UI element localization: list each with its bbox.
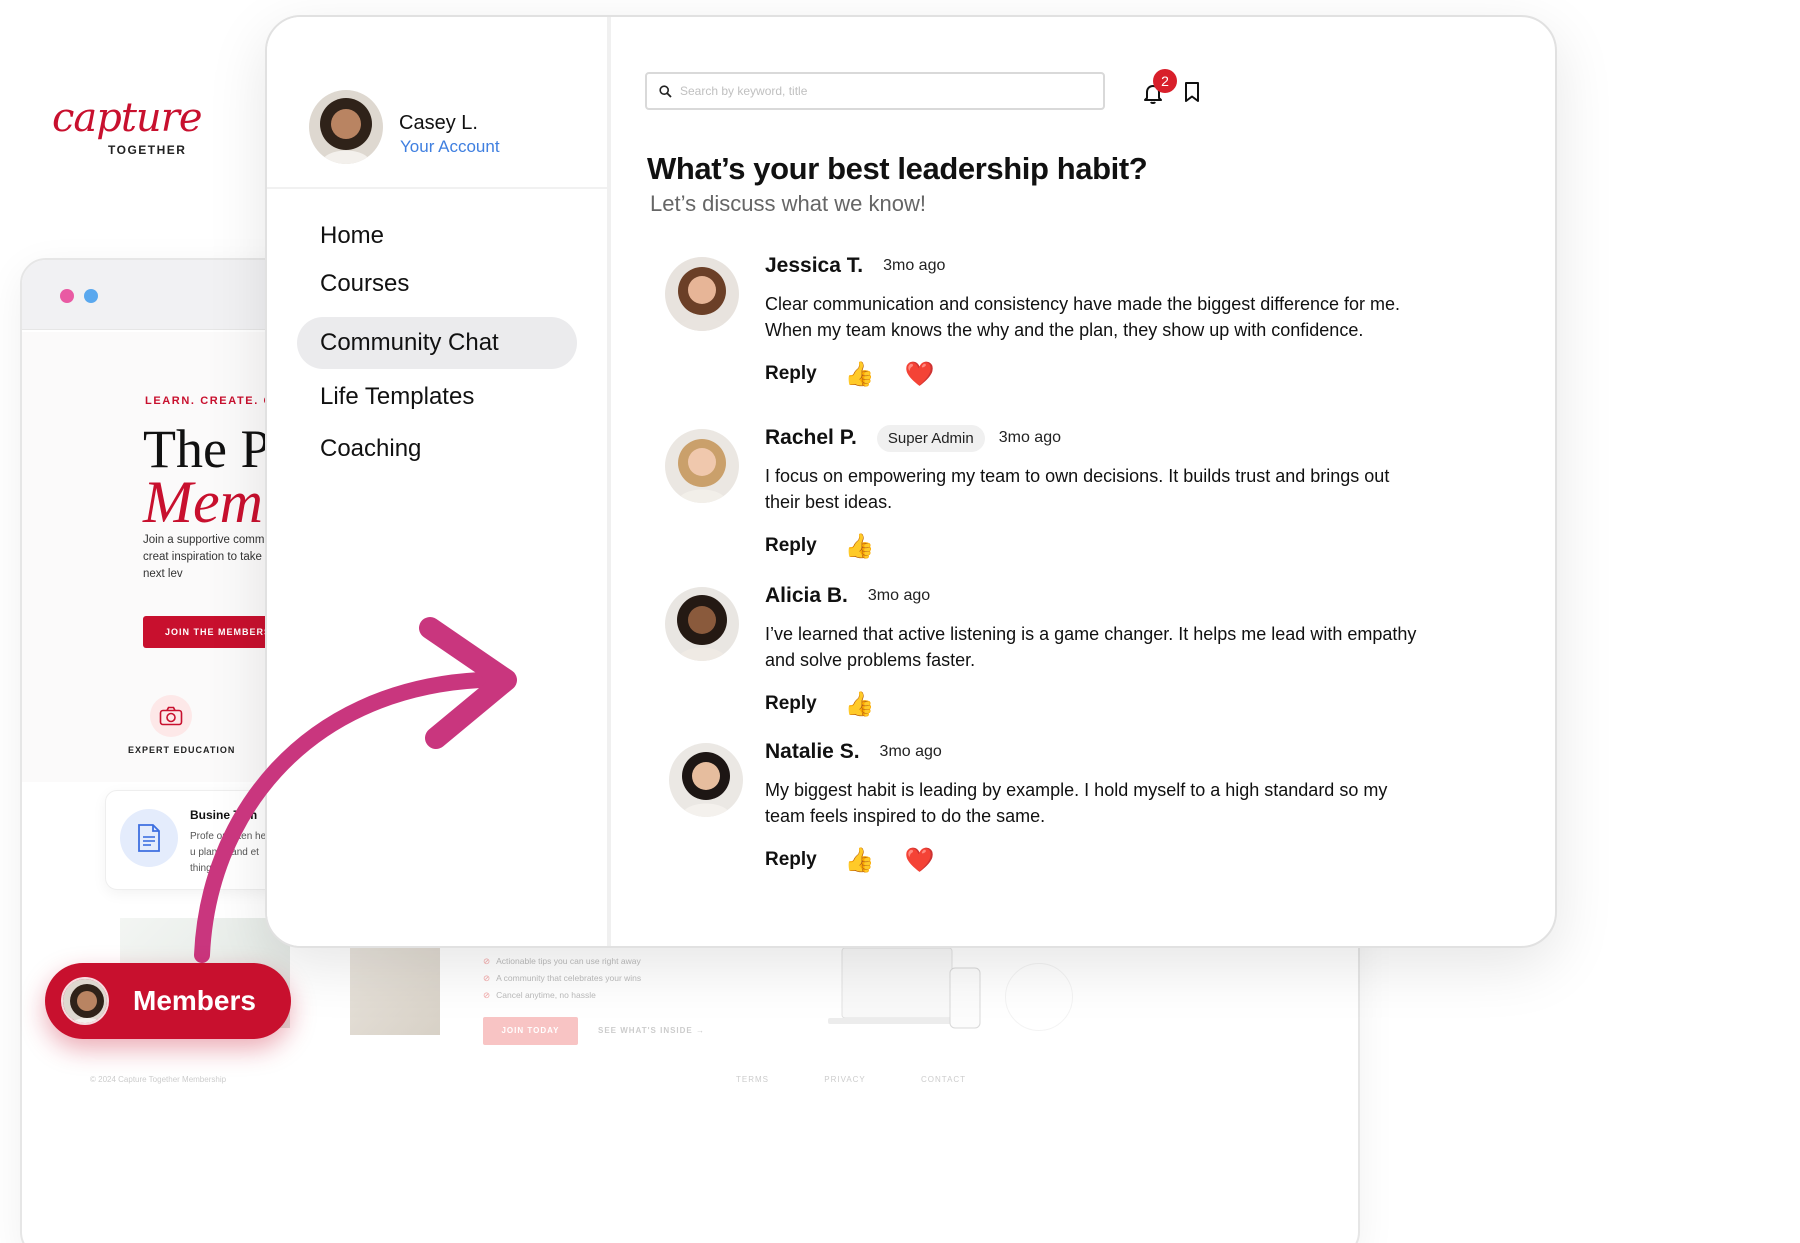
- checklist-item: ⊘ Cancel anytime, no hassle: [483, 990, 596, 1000]
- checklist-item: ⊘ Actionable tips you can use right away: [483, 956, 641, 966]
- comment-timestamp: 3mo ago: [998, 429, 1061, 446]
- thumbs-up-icon[interactable]: 👍: [845, 846, 875, 875]
- comment-actions: Reply 👍: [765, 519, 1460, 573]
- thumbs-up-icon[interactable]: 👍: [845, 690, 875, 719]
- comment-item: Rachel P. Super Admin 3mo ago I focus on…: [640, 417, 1460, 575]
- commenter-avatar[interactable]: [669, 743, 743, 817]
- footer-link-contact[interactable]: CONTACT: [921, 1075, 966, 1084]
- comment-header: Natalie S. 3mo ago: [765, 731, 1460, 773]
- comment-author[interactable]: Natalie S.: [765, 740, 860, 764]
- comment-header: Jessica T. 3mo ago: [765, 245, 1460, 287]
- bookmark-icon[interactable]: [1181, 80, 1203, 104]
- logo-script-text: capture: [52, 95, 202, 141]
- comment-text: I focus on empowering my team to own dec…: [765, 466, 1390, 512]
- thumbs-up-icon[interactable]: 👍: [845, 360, 875, 389]
- search-icon: [659, 84, 672, 98]
- comment-author[interactable]: Jessica T.: [765, 254, 863, 278]
- built-on-squarespace-badge: [1005, 963, 1073, 1031]
- comment-actions: Reply 👍 ❤️: [765, 347, 1460, 401]
- logo-sub-text: TOGETHER: [108, 143, 187, 157]
- member-app-window: Casey L. Your Account Home Courses Commu…: [265, 15, 1557, 948]
- thread-title: What’s your best leadership habit?: [647, 151, 1148, 186]
- document-icon: [120, 809, 178, 867]
- join-today-button[interactable]: JOIN TODAY: [483, 1017, 578, 1045]
- comment-item: Jessica T. 3mo ago Clear communication a…: [640, 245, 1460, 417]
- members-button[interactable]: Members: [45, 963, 291, 1039]
- role-badge: Super Admin: [876, 424, 985, 452]
- nav-item-home[interactable]: Home: [297, 212, 577, 260]
- reply-button[interactable]: Reply: [765, 363, 817, 385]
- members-avatar: [61, 977, 109, 1025]
- check-circle-icon: ⊘: [483, 990, 491, 1000]
- nav-item-courses[interactable]: Courses: [297, 260, 577, 308]
- devices-mockup-image: [828, 947, 981, 1029]
- benefits-checklist: ⊘ Actionable tips you can use right away …: [483, 953, 641, 1004]
- user-name: Casey L.: [399, 112, 478, 134]
- footer-copyright: © 2024 Capture Together Membership: [90, 1075, 227, 1084]
- notification-count-badge: 2: [1153, 69, 1177, 93]
- comment-item: Natalie S. 3mo ago My biggest habit is l…: [640, 731, 1460, 891]
- nav-item-coaching[interactable]: Coaching: [297, 423, 577, 475]
- thread-subtitle: Let’s discuss what we know!: [650, 191, 926, 216]
- check-circle-icon: ⊘: [483, 956, 491, 966]
- comment-timestamp: 3mo ago: [867, 587, 931, 604]
- heart-icon[interactable]: ❤️: [905, 360, 935, 389]
- commenter-avatar[interactable]: [665, 257, 739, 331]
- reply-button[interactable]: Reply: [765, 535, 817, 557]
- thumbs-up-icon[interactable]: 👍: [845, 532, 875, 561]
- couple-photo: [350, 940, 440, 1035]
- comment-timestamp: 3mo ago: [879, 743, 942, 760]
- feature-label: EXPERT EDUCATION: [128, 745, 236, 755]
- your-account-link[interactable]: Your Account: [400, 137, 500, 157]
- heart-icon[interactable]: ❤️: [905, 846, 935, 875]
- comment-header: Rachel P. Super Admin 3mo ago: [765, 417, 1460, 459]
- see-whats-inside-link[interactable]: SEE WHAT'S INSIDE →: [598, 1026, 705, 1035]
- comment-actions: Reply 👍: [765, 677, 1460, 731]
- sidebar: Casey L. Your Account Home Courses Commu…: [267, 17, 611, 946]
- comment-author[interactable]: Alicia B.: [765, 584, 848, 608]
- community-chat-main: 2 What’s your best leadership habit? Let…: [615, 17, 1555, 946]
- members-label: Members: [133, 985, 256, 1016]
- comment-actions: Reply 👍 ❤️: [765, 833, 1460, 887]
- search-bar[interactable]: [645, 72, 1105, 110]
- comment-text: My biggest habit is leading by example. …: [765, 780, 1388, 826]
- comment-timestamp: 3mo ago: [883, 257, 946, 274]
- commenter-avatar[interactable]: [665, 587, 739, 661]
- hero-title-line2: Mem: [143, 469, 263, 535]
- footer-link-terms[interactable]: TERMS: [736, 1075, 769, 1084]
- commenter-avatar[interactable]: [665, 429, 739, 503]
- reply-button[interactable]: Reply: [765, 693, 817, 715]
- camera-icon: [150, 695, 192, 737]
- comment-header: Alicia B. 3mo ago: [765, 575, 1460, 617]
- brand-logo[interactable]: capture TOGETHER: [52, 95, 202, 157]
- comment-text: Clear communication and consistency have…: [765, 294, 1401, 340]
- user-avatar[interactable]: [309, 90, 383, 164]
- window-dot-pink: [60, 289, 74, 303]
- checklist-item: ⊘ A community that celebrates your wins: [483, 973, 642, 983]
- comment-item: Alicia B. 3mo ago I’ve learned that acti…: [640, 575, 1460, 731]
- profile-header: Casey L. Your Account: [267, 17, 607, 189]
- reply-button[interactable]: Reply: [765, 849, 817, 871]
- sidebar-nav: Home Courses Community Chat Life Templat…: [297, 212, 577, 475]
- footer-link-privacy[interactable]: PRIVACY: [824, 1075, 866, 1084]
- nav-item-community-chat[interactable]: Community Chat: [297, 317, 577, 369]
- nav-item-life-templates[interactable]: Life Templates: [297, 371, 577, 423]
- window-dot-blue: [84, 289, 98, 303]
- card-title: Busine Tem: [190, 808, 258, 822]
- comment-author[interactable]: Rachel P.: [765, 426, 857, 450]
- check-circle-icon: ⊘: [483, 973, 491, 983]
- comment-text: I’ve learned that active listening is a …: [765, 624, 1417, 670]
- search-input[interactable]: [680, 84, 1080, 98]
- footer-links: TERMS PRIVACY CONTACT: [736, 1075, 1018, 1084]
- comment-feed: Jessica T. 3mo ago Clear communication a…: [640, 245, 1460, 891]
